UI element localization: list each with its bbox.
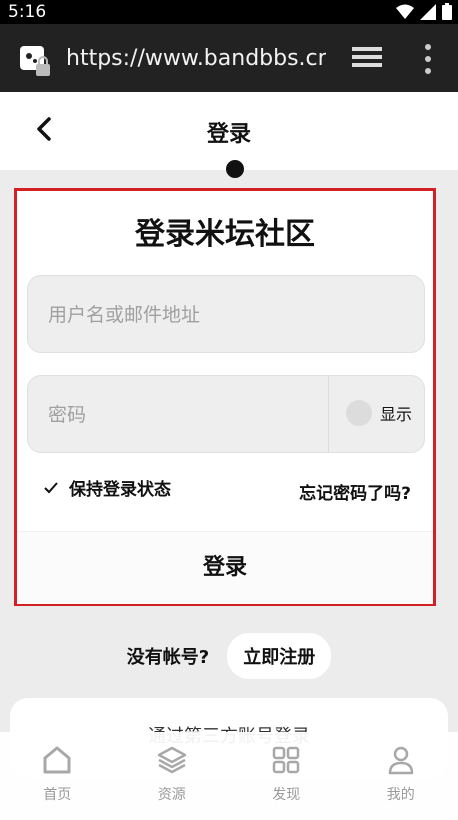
site-info-icon[interactable] [20, 46, 52, 78]
battery-icon [442, 3, 452, 20]
status-icons [396, 3, 452, 20]
remember-me-checkbox[interactable]: 保持登录状态 [39, 475, 171, 500]
nav-item-resources[interactable]: 资源 [115, 732, 230, 820]
signal-icon [420, 3, 436, 20]
tabs-icon[interactable] [350, 44, 386, 74]
login-card: 登录米坛社区 显示 保持登录状态 忘记密码了吗? 登录 [14, 188, 436, 606]
password-field-box: 显示 [27, 375, 425, 454]
bottom-nav: 首页 资源 发现 我的 [0, 732, 458, 820]
indicator-dot [226, 160, 244, 178]
nav-item-discover[interactable]: 发现 [229, 732, 344, 820]
browser-toolbar: https://www.bandbbs.cn/ [0, 24, 458, 92]
nav-item-home[interactable]: 首页 [0, 732, 115, 820]
page-title: 登录 [206, 122, 251, 147]
show-password-toggle[interactable]: 显示 [346, 400, 412, 426]
show-password-radio[interactable] [346, 400, 372, 426]
overflow-menu-icon[interactable] [418, 42, 438, 76]
password-input[interactable] [46, 376, 320, 454]
status-bar: 5:16 [0, 0, 458, 24]
nav-label-home: 首页 [43, 787, 72, 803]
url-field[interactable]: https://www.bandbbs.cn/ [66, 46, 326, 71]
status-time: 5:16 [8, 2, 47, 22]
remember-me-label: 保持登录状态 [69, 480, 171, 500]
grid-icon [273, 746, 300, 774]
no-account-text: 没有帐号? [126, 647, 210, 668]
register-button[interactable]: 立即注册 [227, 633, 332, 679]
wifi-icon [396, 4, 414, 19]
nav-item-profile[interactable]: 我的 [344, 732, 458, 820]
page-header: 登录 [0, 92, 458, 170]
password-divider [328, 376, 329, 452]
checkmark-icon[interactable] [39, 475, 63, 500]
user-icon [388, 746, 413, 775]
login-button[interactable]: 登录 [17, 531, 433, 604]
home-icon [43, 746, 71, 774]
username-input[interactable] [46, 276, 410, 354]
forgot-password-link[interactable]: 忘记密码了吗? [299, 479, 411, 504]
show-password-label: 显示 [380, 405, 413, 424]
login-heading: 登录米坛社区 [135, 217, 315, 252]
username-field-box [27, 275, 425, 354]
layers-icon [157, 746, 186, 774]
nav-label-resources: 资源 [157, 787, 186, 803]
signup-row: 没有帐号? 立即注册 [0, 633, 458, 679]
nav-label-profile: 我的 [386, 787, 415, 803]
nav-label-discover: 发现 [272, 787, 301, 803]
